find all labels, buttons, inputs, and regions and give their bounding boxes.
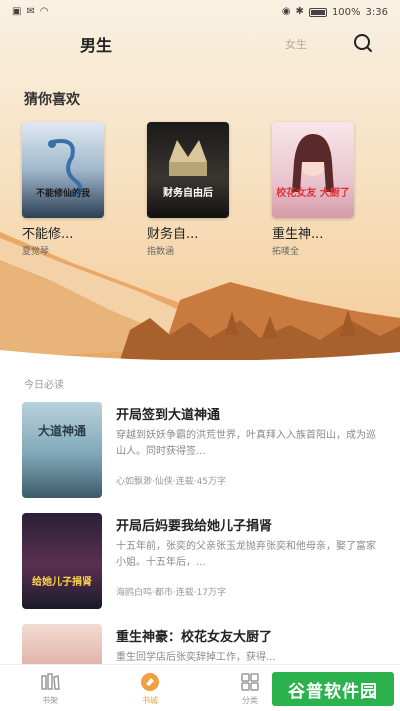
- nav-label: 分类: [242, 695, 258, 705]
- book-title: 重生神...: [272, 227, 324, 242]
- guess-book[interactable]: 校花女友 大厨了 重生神... 拓唛全: [272, 122, 354, 257]
- book-title: 开局签到大道神通: [116, 408, 221, 423]
- status-time: 3:36: [365, 6, 388, 18]
- nav-label: 书架: [42, 695, 58, 705]
- list-item[interactable]: 给她儿子捐肾 开局后妈要我给她儿子捐肾 十五年前，张奕的父亲张玉龙抛弃张奕和他母…: [22, 513, 382, 609]
- section-title-guess: 猜你喜欢: [24, 92, 80, 108]
- bluetooth-icon: ✱: [295, 6, 304, 17]
- cover-title: 给她儿子捐肾: [32, 577, 92, 588]
- gender-tabs: 男生 女生: [0, 28, 400, 58]
- book-cover[interactable]: 不能修仙的我: [22, 122, 104, 218]
- book-author: 夏觉琴: [22, 247, 50, 257]
- battery-icon: [308, 7, 327, 17]
- eye-icon: ◉: [281, 6, 291, 17]
- tab-male[interactable]: 男生: [80, 32, 112, 56]
- status-bar: ▣ ✉ ◠ ◉ ✱ 100% 3:36: [0, 0, 400, 24]
- crown-illustration: [169, 140, 207, 176]
- search-icon[interactable]: [352, 32, 374, 54]
- guess-book[interactable]: 财务自由后 财务自... 指数涵: [147, 122, 229, 257]
- book-title: 不能修...: [22, 227, 74, 242]
- book-author: 指数涵: [147, 247, 175, 257]
- watermark-logo: 谷普软件园: [272, 672, 394, 706]
- guess-book[interactable]: 不能修仙的我 不能修... 夏觉琴: [22, 122, 104, 257]
- notification-icon: ▣: [12, 6, 22, 17]
- book-title: 开局后妈要我给她儿子捐肾: [116, 519, 273, 534]
- section-title-today: 今日必读: [24, 380, 64, 391]
- book-title: 重生神豪：校花女友大厨了: [116, 630, 273, 645]
- list-item[interactable]: 大道神通 开局签到大道神通 穿越到妖妖争霸的洪荒世界，叶真拜入入族首阳山，成为巡…: [22, 402, 382, 498]
- book-description: 十五年前，张奕的父亲张玉龙抛弃张奕和他母亲，娶了富家小姐。十五年后，...: [116, 541, 376, 568]
- cover-title: 不能修仙的我: [35, 189, 90, 199]
- book-meta: 心如飘渺·仙侠·连载·45万字: [116, 477, 227, 487]
- category-icon: [241, 672, 259, 691]
- book-title: 财务自...: [147, 227, 199, 242]
- bookstore-icon: [141, 672, 159, 691]
- cover-title: 大道神通: [37, 424, 86, 438]
- wifi-icon: ◠: [39, 6, 49, 17]
- battery-level: 100%: [331, 6, 361, 18]
- book-cover[interactable]: 给她儿子捐肾: [22, 513, 102, 609]
- sync-icon: ✉: [26, 6, 35, 17]
- nav-label: 书城: [142, 695, 158, 705]
- cover-title: 财务自由后: [163, 188, 213, 199]
- book-description: 穿越到妖妖争霸的洪荒世界，叶真拜入入族首阳山，成为巡山人。同时获得签...: [116, 430, 376, 457]
- cover-title: 校花女友 大厨了: [276, 188, 350, 199]
- girl-illustration: [292, 134, 334, 192]
- book-meta: 海鸥白鸣·都市·连载·17万字: [116, 588, 227, 598]
- book-author: 拓唛全: [272, 247, 300, 257]
- book-cover[interactable]: 大道神通: [22, 402, 102, 498]
- book-cover[interactable]: 校花女友 大厨了: [272, 122, 354, 218]
- tab-female[interactable]: 女生: [285, 36, 307, 52]
- bookshelf-icon: [41, 672, 60, 690]
- nav-item-bookstore[interactable]: 书城: [110, 671, 190, 706]
- book-cover[interactable]: 财务自由后: [147, 122, 229, 218]
- dragon-illustration: [48, 139, 83, 196]
- nav-item-bookshelf[interactable]: 书架: [10, 671, 90, 706]
